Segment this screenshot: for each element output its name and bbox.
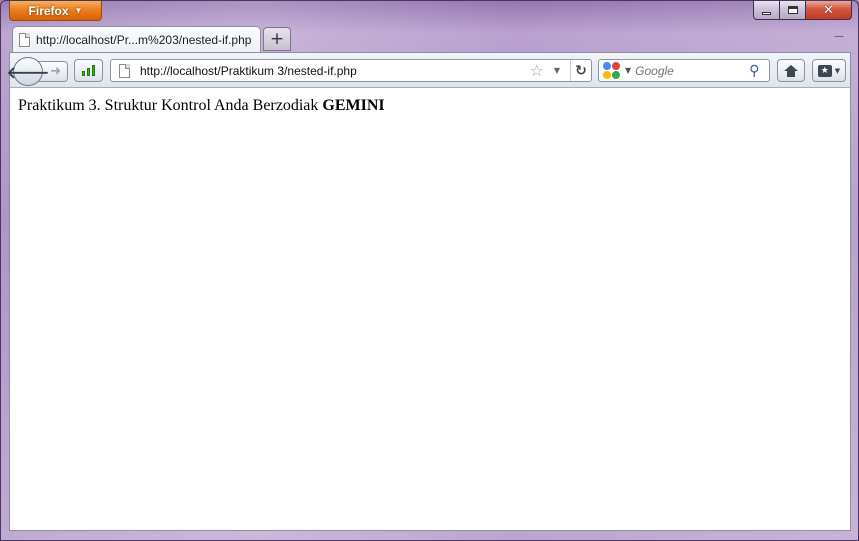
navigation-toolbar: ➜ 🡐 http://localhost/Praktikum 3/nested-…	[7, 52, 851, 88]
search-input[interactable]	[635, 63, 746, 78]
page-text-line: Praktikum 3. Struktur Kontrol Anda Berzo…	[18, 97, 385, 115]
bookmarks-icon: ★	[817, 64, 832, 77]
signal-bar	[92, 65, 95, 76]
home-button[interactable]	[777, 59, 805, 82]
signal-bar	[82, 71, 85, 76]
chevron-down-icon: ▼	[834, 66, 841, 75]
page-content: Praktikum 3. Struktur Kontrol Anda Berzo…	[9, 88, 851, 531]
forward-arrow-icon: ➜	[50, 64, 61, 79]
plus-icon: +	[269, 29, 285, 49]
close-window-button[interactable]: ✕	[806, 1, 852, 20]
page-text: Praktikum 3. Struktur Kontrol Anda Berzo…	[18, 97, 319, 114]
minimize-icon	[762, 11, 771, 15]
reload-button[interactable]: ↻	[570, 60, 591, 81]
new-tab-button[interactable]: +	[263, 27, 291, 51]
browser-window: Firefox ▼ ✕ http://localhost/Pr...m%203/…	[0, 0, 859, 541]
minimize-button[interactable]	[753, 1, 780, 20]
reload-icon: ↻	[575, 62, 587, 79]
tab-title: http://localhost/Pr...m%203/nested-if.ph…	[36, 32, 252, 47]
search-bar[interactable]: ▼ ⚲	[598, 59, 770, 82]
magnifier-icon[interactable]: ⚲	[749, 63, 759, 79]
page-icon	[119, 63, 130, 78]
window-controls: ✕	[753, 1, 852, 20]
home-icon	[784, 64, 798, 77]
signal-bar	[87, 68, 90, 76]
chevron-down-icon: ▼	[74, 6, 83, 15]
url-bar[interactable]: http://localhost/Praktikum 3/nested-if.p…	[110, 59, 592, 82]
firefox-menu-label: Firefox	[28, 3, 69, 18]
url-text[interactable]: http://localhost/Praktikum 3/nested-if.p…	[140, 64, 520, 78]
maximize-button[interactable]	[780, 1, 806, 20]
maximize-icon	[787, 6, 798, 14]
bookmarks-button[interactable]: ★ ▼	[812, 59, 846, 82]
url-history-dropdown-icon[interactable]: ▼	[554, 66, 560, 75]
back-arrow-icon: 🡐	[6, 62, 50, 82]
close-icon: ✕	[823, 2, 834, 18]
google-icon[interactable]	[603, 61, 621, 80]
zodiac-result: GEMINI	[322, 97, 385, 114]
back-button[interactable]: 🡐	[7, 57, 49, 86]
tab-active[interactable]: http://localhost/Pr...m%203/nested-if.ph…	[12, 26, 261, 52]
connection-signal-button[interactable]	[74, 59, 103, 82]
search-engine-dropdown-icon[interactable]: ▼	[625, 66, 631, 75]
bookmark-star-icon[interactable]: ☆	[530, 61, 544, 80]
tab-list-dropdown-icon[interactable]: —	[834, 31, 844, 42]
firefox-menu-button[interactable]: Firefox ▼	[9, 1, 102, 21]
page-icon	[19, 32, 30, 47]
